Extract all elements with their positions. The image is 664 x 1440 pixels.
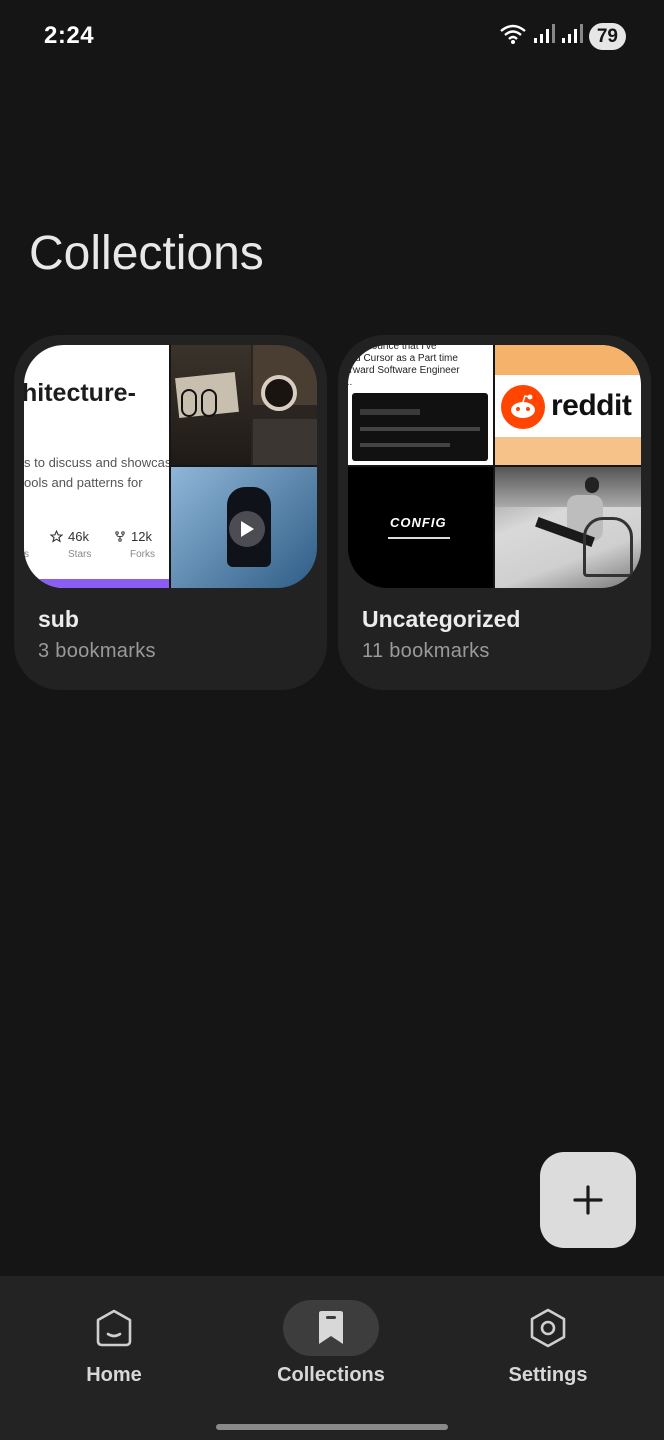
preview-left-stub: s bbox=[24, 549, 29, 560]
preview-photo-tile bbox=[495, 467, 641, 588]
page-title: Collections bbox=[29, 227, 264, 280]
preview-collage-tile bbox=[171, 345, 317, 465]
plus-icon bbox=[573, 1185, 603, 1215]
preview-reddit-tile: reddit bbox=[495, 345, 641, 465]
collection-card-sub[interactable]: hitecture- s to discuss and showcas ools… bbox=[14, 335, 327, 690]
star-icon bbox=[50, 530, 63, 543]
nav-item-settings[interactable]: Settings bbox=[468, 1276, 628, 1396]
bottom-nav: Home Collections Settings bbox=[0, 1276, 664, 1440]
preview-forks: 12k bbox=[114, 529, 152, 544]
config-wordmark: CONFIG bbox=[390, 515, 447, 530]
preview-post-tile: to announce that I've ned Cursor as a Pa… bbox=[348, 345, 493, 465]
status-bar: 2:24 79 bbox=[0, 0, 664, 72]
post-line: orward Software Engineer bbox=[348, 365, 460, 376]
collection-name: Uncategorized bbox=[362, 606, 521, 632]
collection-preview-mosaic: hitecture- s to discuss and showcas ools… bbox=[24, 345, 317, 588]
signal-icon bbox=[533, 23, 555, 49]
signal-icon bbox=[561, 23, 583, 49]
collection-count: 3 bookmarks bbox=[38, 640, 156, 662]
collection-count: 11 bookmarks bbox=[362, 640, 490, 662]
preview-github-desc: s to discuss and showcas ools and patter… bbox=[24, 453, 169, 493]
home-indicator bbox=[216, 1424, 448, 1430]
nav-item-collections[interactable]: Collections bbox=[251, 1276, 411, 1396]
home-icon bbox=[96, 1309, 132, 1347]
forks-value: 12k bbox=[131, 529, 152, 544]
forks-label: Forks bbox=[130, 549, 155, 560]
preview-github-tile: hitecture- s to discuss and showcas ools… bbox=[24, 345, 169, 588]
preview-accent-bar bbox=[24, 579, 169, 588]
nav-pill bbox=[500, 1300, 596, 1356]
stars-value: 46k bbox=[68, 529, 89, 544]
status-time: 2:24 bbox=[44, 22, 95, 49]
reddit-logo-icon bbox=[501, 385, 545, 429]
preview-stars: 46k bbox=[50, 529, 89, 544]
nav-pill bbox=[66, 1300, 162, 1356]
status-icons: 79 bbox=[499, 22, 626, 50]
config-underline bbox=[388, 537, 450, 539]
nav-pill-active bbox=[283, 1300, 379, 1356]
post-line: to announce that I've bbox=[348, 345, 437, 352]
preview-github-title: hitecture- bbox=[24, 379, 136, 407]
preview-post-text: to announce that I've ned Cursor as a Pa… bbox=[348, 345, 460, 389]
bookmark-icon bbox=[319, 1311, 343, 1344]
nav-label: Collections bbox=[277, 1364, 385, 1386]
battery-badge: 79 bbox=[588, 22, 626, 50]
collection-name: sub bbox=[38, 606, 79, 632]
stars-label: Stars bbox=[68, 549, 92, 560]
fork-icon bbox=[115, 531, 125, 542]
nav-label: Home bbox=[86, 1364, 142, 1386]
add-collection-button[interactable] bbox=[540, 1152, 636, 1248]
preview-video-tile bbox=[171, 467, 317, 588]
post-line: ned Cursor as a Part time bbox=[348, 353, 458, 364]
preview-desc-line: s to discuss and showcas bbox=[24, 455, 169, 470]
collection-card-uncategorized[interactable]: to announce that I've ned Cursor as a Pa… bbox=[338, 335, 651, 690]
collection-preview-mosaic: to announce that I've ned Cursor as a Pa… bbox=[348, 345, 641, 588]
preview-desc-line: ools and patterns for bbox=[24, 475, 143, 490]
nav-item-home[interactable]: Home bbox=[34, 1276, 194, 1396]
preview-config-tile: CONFIG bbox=[348, 467, 493, 588]
reddit-wordmark: reddit bbox=[551, 389, 632, 422]
settings-icon bbox=[530, 1308, 566, 1348]
preview-post-screenshot bbox=[352, 393, 488, 461]
post-line: ... bbox=[348, 377, 353, 388]
play-icon bbox=[229, 511, 265, 547]
wifi-icon bbox=[499, 23, 527, 50]
nav-label: Settings bbox=[508, 1364, 588, 1386]
